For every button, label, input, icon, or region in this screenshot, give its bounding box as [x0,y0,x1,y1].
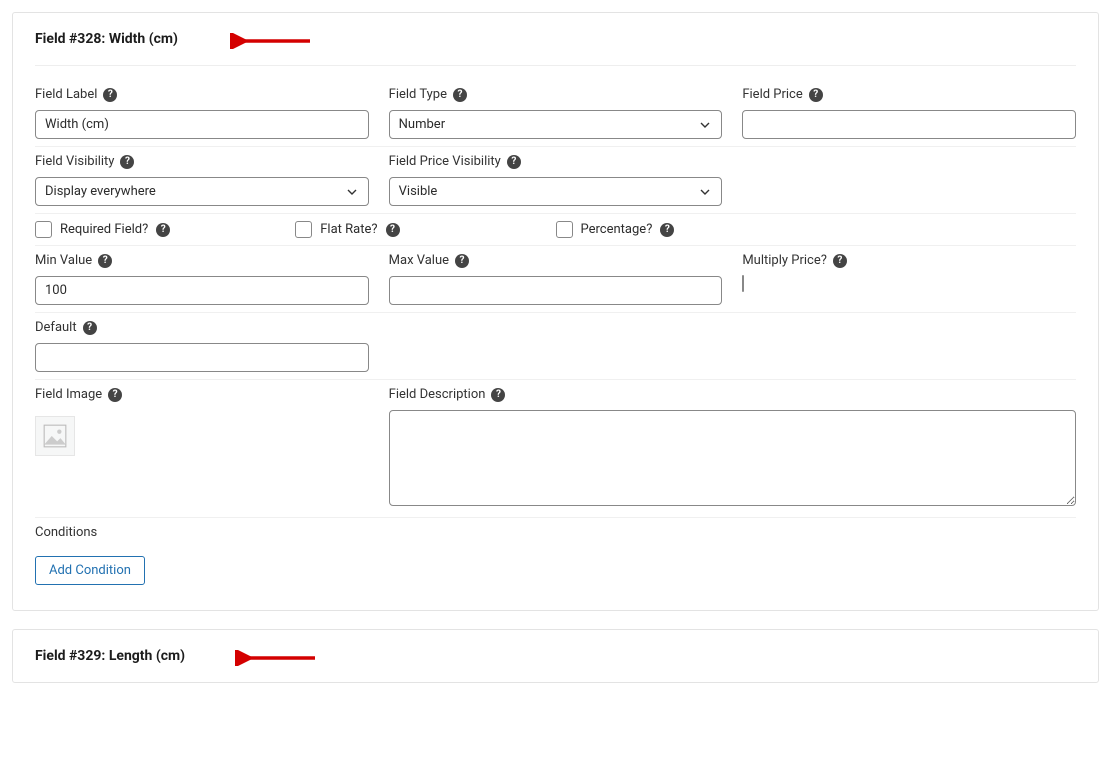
field-visibility-group: Field Visibility ? Display everywhere [35,154,369,206]
field-price-input[interactable] [742,110,1076,139]
field-price-label: Field Price [742,87,802,102]
field-type-group: Field Type ? Number [389,87,723,139]
min-value-group: Min Value ? [35,253,369,305]
required-field-item: Required Field? ? [35,221,295,238]
image-icon [42,423,68,449]
field-price-visibility-group: Field Price Visibility ? Visible [389,154,723,206]
chevron-down-icon [699,186,711,198]
chevron-down-icon [346,186,358,198]
multiply-price-label: Multiply Price? [742,253,827,268]
help-icon[interactable]: ? [809,88,823,102]
help-icon[interactable]: ? [98,254,112,268]
field-visibility-value: Display everywhere [45,184,156,199]
required-field-checkbox[interactable] [35,221,52,238]
flat-rate-label: Flat Rate? [320,222,377,237]
conditions-label: Conditions [35,525,1076,540]
help-icon[interactable]: ? [660,223,674,237]
help-icon[interactable]: ? [833,254,847,268]
help-icon[interactable]: ? [120,155,134,169]
annotation-arrow [230,33,312,53]
multiply-price-checkbox[interactable] [742,275,744,292]
field-description-label: Field Description [389,387,486,402]
max-value-input[interactable] [389,276,723,305]
panel-header: Field #329: Length (cm) [35,648,1076,664]
field-label-label: Field Label [35,87,97,102]
field-panel-329: Field #329: Length (cm) [12,629,1099,683]
image-placeholder[interactable] [35,416,75,456]
panel-header: Field #328: Width (cm) [35,31,1076,66]
help-icon[interactable]: ? [453,88,467,102]
percentage-checkbox[interactable] [556,221,573,238]
add-condition-button[interactable]: Add Condition [35,556,145,585]
min-value-input[interactable] [35,276,369,305]
annotation-arrow [235,650,317,670]
field-image-group: Field Image ? [35,387,369,510]
field-description-textarea[interactable] [389,410,1076,506]
field-type-select[interactable]: Number [389,110,723,139]
field-panel-328: Field #328: Width (cm) Field Label ? [12,12,1099,611]
field-price-visibility-select[interactable]: Visible [389,177,723,206]
max-value-label: Max Value [389,253,449,268]
field-type-label: Field Type [389,87,447,102]
field-image-label: Field Image [35,387,102,402]
default-input[interactable] [35,343,369,372]
required-field-label: Required Field? [60,222,148,237]
help-icon[interactable]: ? [108,388,122,402]
field-price-visibility-value: Visible [399,184,438,199]
flat-rate-checkbox[interactable] [295,221,312,238]
help-icon[interactable]: ? [103,88,117,102]
flat-rate-item: Flat Rate? ? [295,221,555,238]
field-price-group: Field Price ? [742,87,1076,139]
help-icon[interactable]: ? [83,321,97,335]
field-price-visibility-label: Field Price Visibility [389,154,501,169]
field-label-group: Field Label ? [35,87,369,139]
field-visibility-select[interactable]: Display everywhere [35,177,369,206]
panel-title: Field #329: Length (cm) [35,648,185,664]
multiply-price-group: Multiply Price? ? [742,253,1076,305]
panel-title: Field #328: Width (cm) [35,31,178,47]
min-value-label: Min Value [35,253,92,268]
help-icon[interactable]: ? [386,223,400,237]
help-icon[interactable]: ? [455,254,469,268]
max-value-group: Max Value ? [389,253,723,305]
help-icon[interactable]: ? [156,223,170,237]
help-icon[interactable]: ? [491,388,505,402]
percentage-label: Percentage? [581,222,653,237]
field-type-value: Number [399,117,445,132]
default-label: Default [35,320,77,335]
field-visibility-label: Field Visibility [35,154,114,169]
default-group: Default ? [35,320,369,372]
percentage-item: Percentage? ? [556,221,816,238]
field-label-input[interactable] [35,110,369,139]
help-icon[interactable]: ? [507,155,521,169]
field-description-group: Field Description ? [389,387,1076,510]
chevron-down-icon [699,119,711,131]
